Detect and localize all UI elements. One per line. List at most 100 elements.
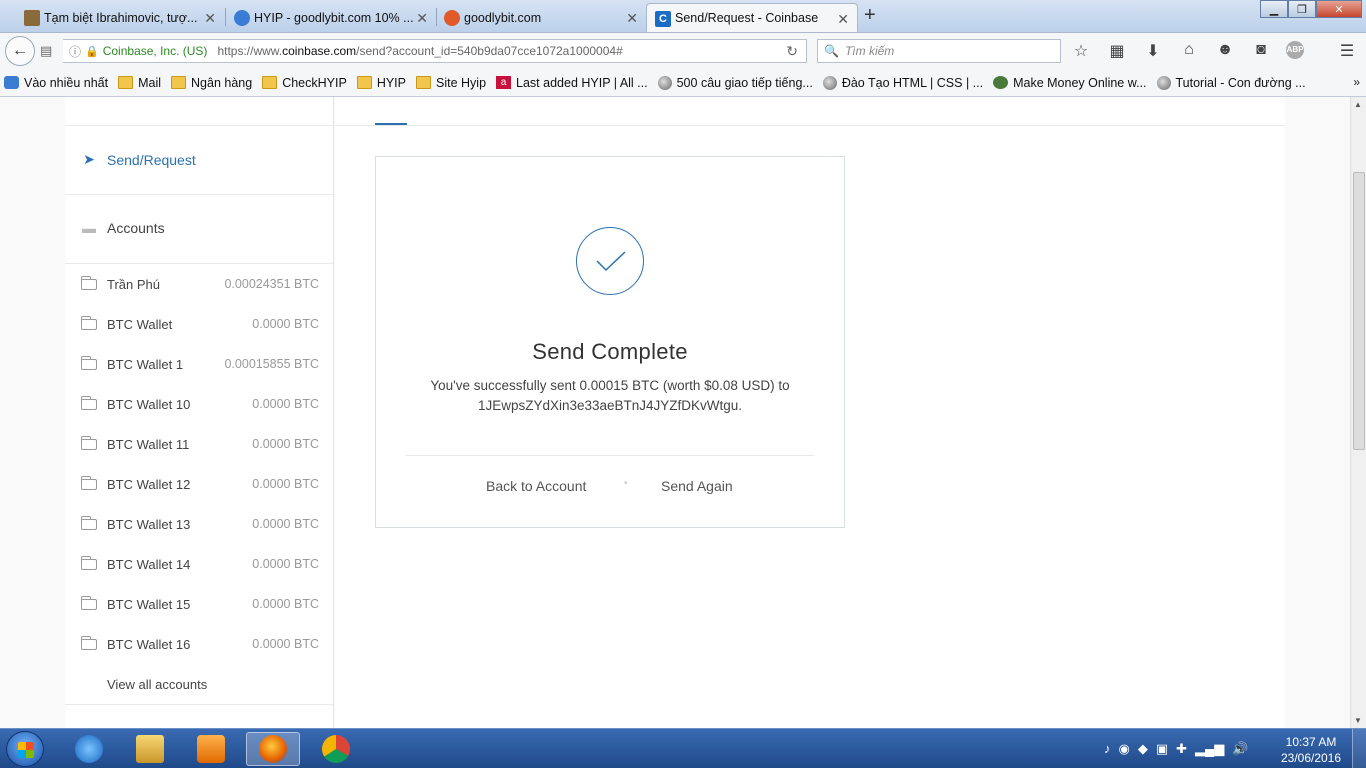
account-item[interactable]: BTC Wallet 12 0.0000 BTC [81, 464, 319, 504]
bookmark-item[interactable]: Đào Tạo HTML | CSS | ... [822, 75, 983, 90]
menu-icon[interactable]: ☰ [1336, 41, 1358, 61]
page-icon: ▤ [40, 43, 53, 58]
globe-icon [657, 75, 672, 90]
network-icon[interactable]: ▂▄▆ [1195, 741, 1224, 757]
taskbar-explorer[interactable] [123, 732, 177, 766]
taskbar-ie[interactable] [62, 732, 116, 766]
pocket-icon[interactable]: ◙ [1250, 41, 1272, 61]
internet-explorer-icon [75, 735, 103, 763]
reload-icon[interactable]: ↻ [786, 43, 798, 60]
tray-app-icon[interactable]: ♪ [1104, 741, 1111, 757]
bookmark-item[interactable]: Site Hyip [416, 76, 486, 90]
sidebar-item-accounts[interactable]: ▬ Accounts [81, 220, 165, 236]
bookmark-item[interactable]: Make Money Online w... [993, 76, 1147, 90]
account-item[interactable]: BTC Wallet 11 0.0000 BTC [81, 424, 319, 464]
bookmark-item[interactable]: Vào nhiều nhất [4, 76, 108, 90]
scroll-down-icon[interactable]: ▼ [1354, 716, 1362, 725]
adblock-icon[interactable]: ABP [1286, 41, 1304, 59]
reading-list-icon[interactable]: ▦ [1106, 41, 1128, 61]
hyip-icon [234, 10, 250, 26]
scroll-up-icon[interactable]: ▲ [1354, 100, 1362, 109]
sidebar-item-send-request[interactable]: ➤ Send/Request [81, 151, 196, 168]
tab-close-icon[interactable]: ✕ [416, 10, 428, 27]
account-item[interactable]: BTC Wallet 1 0.00015855 BTC [81, 344, 319, 384]
back-arrow-icon: ← [12, 42, 28, 59]
lock-icon: 🔒 [85, 45, 99, 58]
tray-app-icon[interactable]: ◆ [1138, 741, 1148, 757]
taskbar-firefox[interactable] [246, 732, 300, 766]
view-all-accounts-link[interactable]: View all accounts [107, 677, 207, 692]
bookmarks-more-button[interactable]: » [1353, 75, 1360, 89]
wallet-icon [81, 355, 97, 370]
scroll-thumb[interactable] [1353, 172, 1365, 450]
show-desktop-button[interactable] [1352, 729, 1366, 768]
firefox-icon [4, 76, 19, 89]
new-tab-button[interactable]: + [864, 4, 876, 27]
bookmark-item[interactable]: CheckHYIP [262, 76, 347, 90]
browser-tab-3[interactable]: goodlybit.com ✕ [436, 3, 646, 32]
media-player-icon [197, 735, 225, 763]
send-complete-card: Send Complete You've successfully sent 0… [375, 156, 845, 528]
tray-app-icon[interactable]: ◉ [1119, 741, 1130, 757]
start-button[interactable] [6, 731, 44, 767]
back-to-account-button[interactable]: Back to Account [486, 478, 586, 494]
account-item[interactable]: BTC Wallet 15 0.0000 BTC [81, 584, 319, 624]
windows-taskbar: ♪ ◉ ◆ ▣ ✚ ▂▄▆ 🔊 10:37 AM 23/06/2016 [0, 728, 1366, 768]
site-identity[interactable]: ⓘ 🔒 Coinbase, Inc. (US) [69, 43, 207, 60]
page-scrollbar[interactable]: ▲ ▼ [1350, 97, 1366, 728]
folder-icon: ▬ [82, 220, 96, 236]
folder-icon [416, 76, 431, 89]
wallet-icon [81, 515, 97, 530]
window-controls: ▁ ❐ ✕ [1260, 0, 1362, 18]
coinbase-icon: C [655, 11, 671, 27]
tab-close-icon[interactable]: ✕ [837, 11, 849, 28]
page-viewport: ➤ Send/Request ▬ Accounts Trần Phú 0.0002… [0, 97, 1350, 728]
download-icon[interactable]: ⬇ [1142, 41, 1164, 61]
hello-icon[interactable]: ☻ [1214, 41, 1236, 61]
bookmark-item[interactable]: Ngân hàng [171, 76, 252, 90]
home-icon[interactable]: ⌂ [1178, 41, 1200, 61]
browser-tab-1[interactable]: Tạm biệt Ibrahimovic, tượ... ✕ [16, 3, 224, 32]
bookmark-item[interactable]: Tutorial - Con đường ... [1156, 75, 1306, 90]
taskbar-media[interactable] [184, 732, 238, 766]
bookmarks-bar: Vào nhiều nhất Mail Ngân hàng CheckHYIP … [0, 69, 1366, 97]
bookmark-item[interactable]: Mail [118, 76, 161, 90]
main-content: Send Complete You've successfully sent 0… [335, 97, 1285, 728]
volume-icon[interactable]: 🔊 [1232, 741, 1248, 757]
account-item[interactable]: BTC Wallet 0.0000 BTC [81, 304, 319, 344]
account-item[interactable]: BTC Wallet 13 0.0000 BTC [81, 504, 319, 544]
url-text[interactable]: https://www.coinbase.com/send?account_id… [217, 44, 622, 58]
bookmark-item[interactable]: a Last added HYIP | All ... [496, 76, 648, 90]
sidebar: ➤ Send/Request ▬ Accounts Trần Phú 0.0002… [65, 97, 334, 728]
url-bar[interactable]: ⓘ 🔒 Coinbase, Inc. (US) https://www.coin… [63, 39, 807, 63]
checkmark-icon [576, 227, 644, 295]
bookmark-item[interactable]: HYIP [356, 76, 406, 90]
folder-icon [262, 76, 278, 89]
chrome-icon [322, 735, 350, 763]
minimize-icon[interactable]: ▁ [1260, 0, 1288, 18]
tray-app-icon[interactable]: ▣ [1156, 741, 1168, 757]
bookmark-star-icon[interactable]: ☆ [1070, 41, 1092, 61]
account-item[interactable]: Trần Phú 0.00024351 BTC [81, 264, 319, 304]
browser-tab-4-active[interactable]: C Send/Request - Coinbase ✕ [646, 3, 858, 32]
send-again-button[interactable]: Send Again [661, 478, 733, 494]
close-window-icon[interactable]: ✕ [1316, 0, 1362, 18]
maximize-icon[interactable]: ❐ [1288, 0, 1316, 18]
wallet-icon [81, 435, 97, 450]
account-item[interactable]: BTC Wallet 16 0.0000 BTC [81, 624, 319, 664]
tray-app-icon[interactable]: ✚ [1176, 741, 1187, 757]
browser-tab-2[interactable]: HYIP - goodlybit.com 10% ... ✕ [226, 3, 436, 32]
account-item[interactable]: BTC Wallet 10 0.0000 BTC [81, 384, 319, 424]
goodlybit-icon [444, 10, 460, 26]
search-input[interactable]: 🔍 Tìm kiếm [817, 39, 1061, 63]
account-item[interactable]: BTC Wallet 14 0.0000 BTC [81, 544, 319, 584]
system-clock[interactable]: 10:37 AM 23/06/2016 [1276, 734, 1346, 766]
page-title: Send Complete [532, 339, 688, 364]
success-message: You've successfully sent 0.00015 BTC (wo… [430, 378, 790, 413]
taskbar-chrome[interactable] [309, 732, 363, 766]
back-button[interactable]: ← [5, 36, 35, 66]
tab-close-icon[interactable]: ✕ [204, 10, 216, 27]
system-tray: ♪ ◉ ◆ ▣ ✚ ▂▄▆ 🔊 [1104, 741, 1248, 757]
tab-close-icon[interactable]: ✕ [626, 10, 638, 27]
bookmark-item[interactable]: 500 câu giao tiếp tiếng... [657, 75, 813, 90]
